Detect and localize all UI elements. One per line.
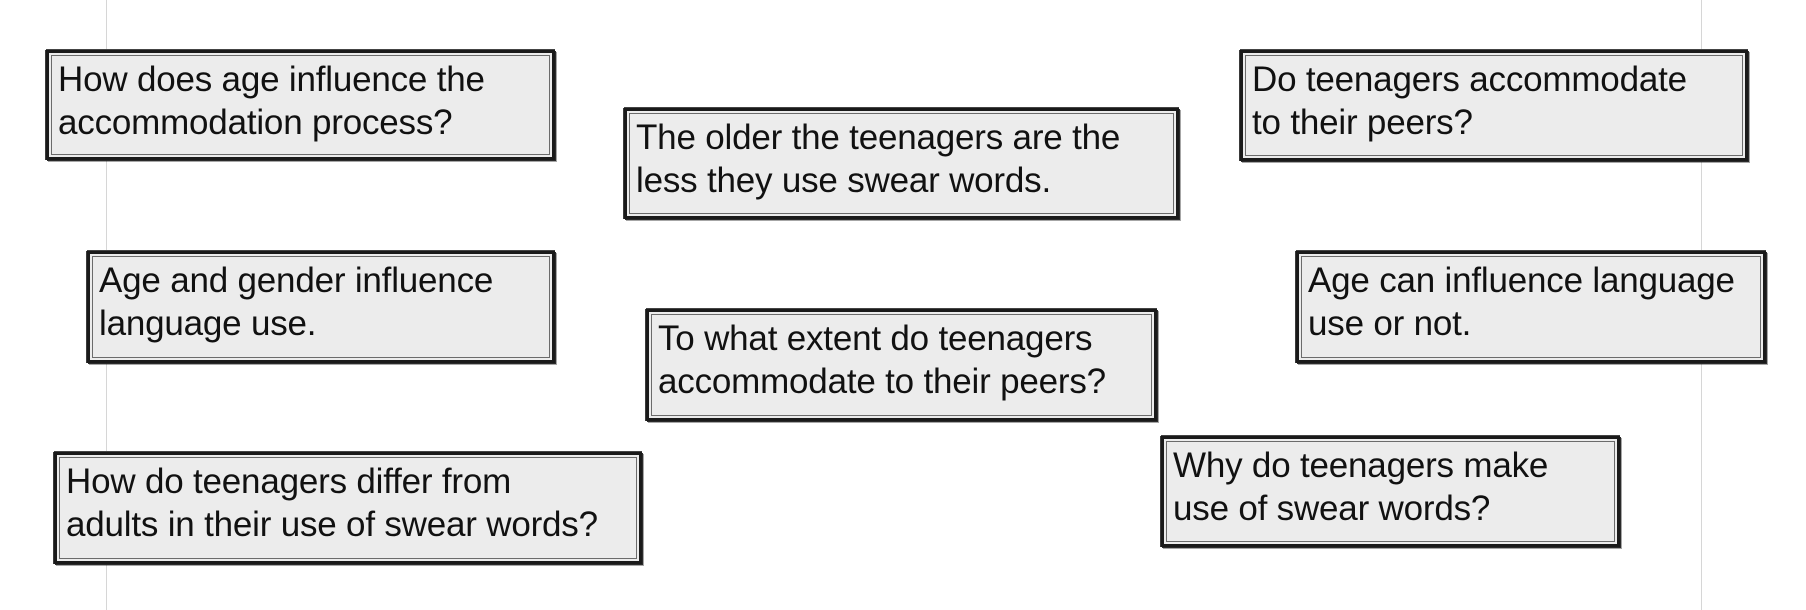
statement-card[interactable]: Age can influence language use or not. xyxy=(1296,251,1766,363)
card-text: Age and gender influence language use. xyxy=(99,261,494,343)
question-card[interactable]: Do teenagers accommodate to their peers? xyxy=(1240,50,1748,161)
question-card[interactable]: How do teenagers differ from adults in t… xyxy=(54,452,642,564)
question-card[interactable]: To what extent do teenagers accommodate … xyxy=(646,309,1157,421)
hypothesis-card[interactable]: The older the teenagers are the less the… xyxy=(624,108,1179,219)
card-text: How do teenagers differ from adults in t… xyxy=(66,462,598,544)
card-text: To what extent do teenagers accommodate … xyxy=(658,319,1106,401)
statement-card[interactable]: Age and gender influence language use. xyxy=(87,251,555,363)
card-text: The older the teenagers are the less the… xyxy=(636,118,1121,200)
card-text: How does age influence the accommodation… xyxy=(58,60,485,142)
card-text: Why do teenagers make use of swear words… xyxy=(1173,446,1549,528)
question-card[interactable]: How does age influence the accommodation… xyxy=(46,50,555,160)
card-text: Age can influence language use or not. xyxy=(1308,261,1735,343)
card-text: Do teenagers accommodate to their peers? xyxy=(1252,60,1687,142)
question-card[interactable]: Why do teenagers make use of swear words… xyxy=(1161,436,1620,547)
